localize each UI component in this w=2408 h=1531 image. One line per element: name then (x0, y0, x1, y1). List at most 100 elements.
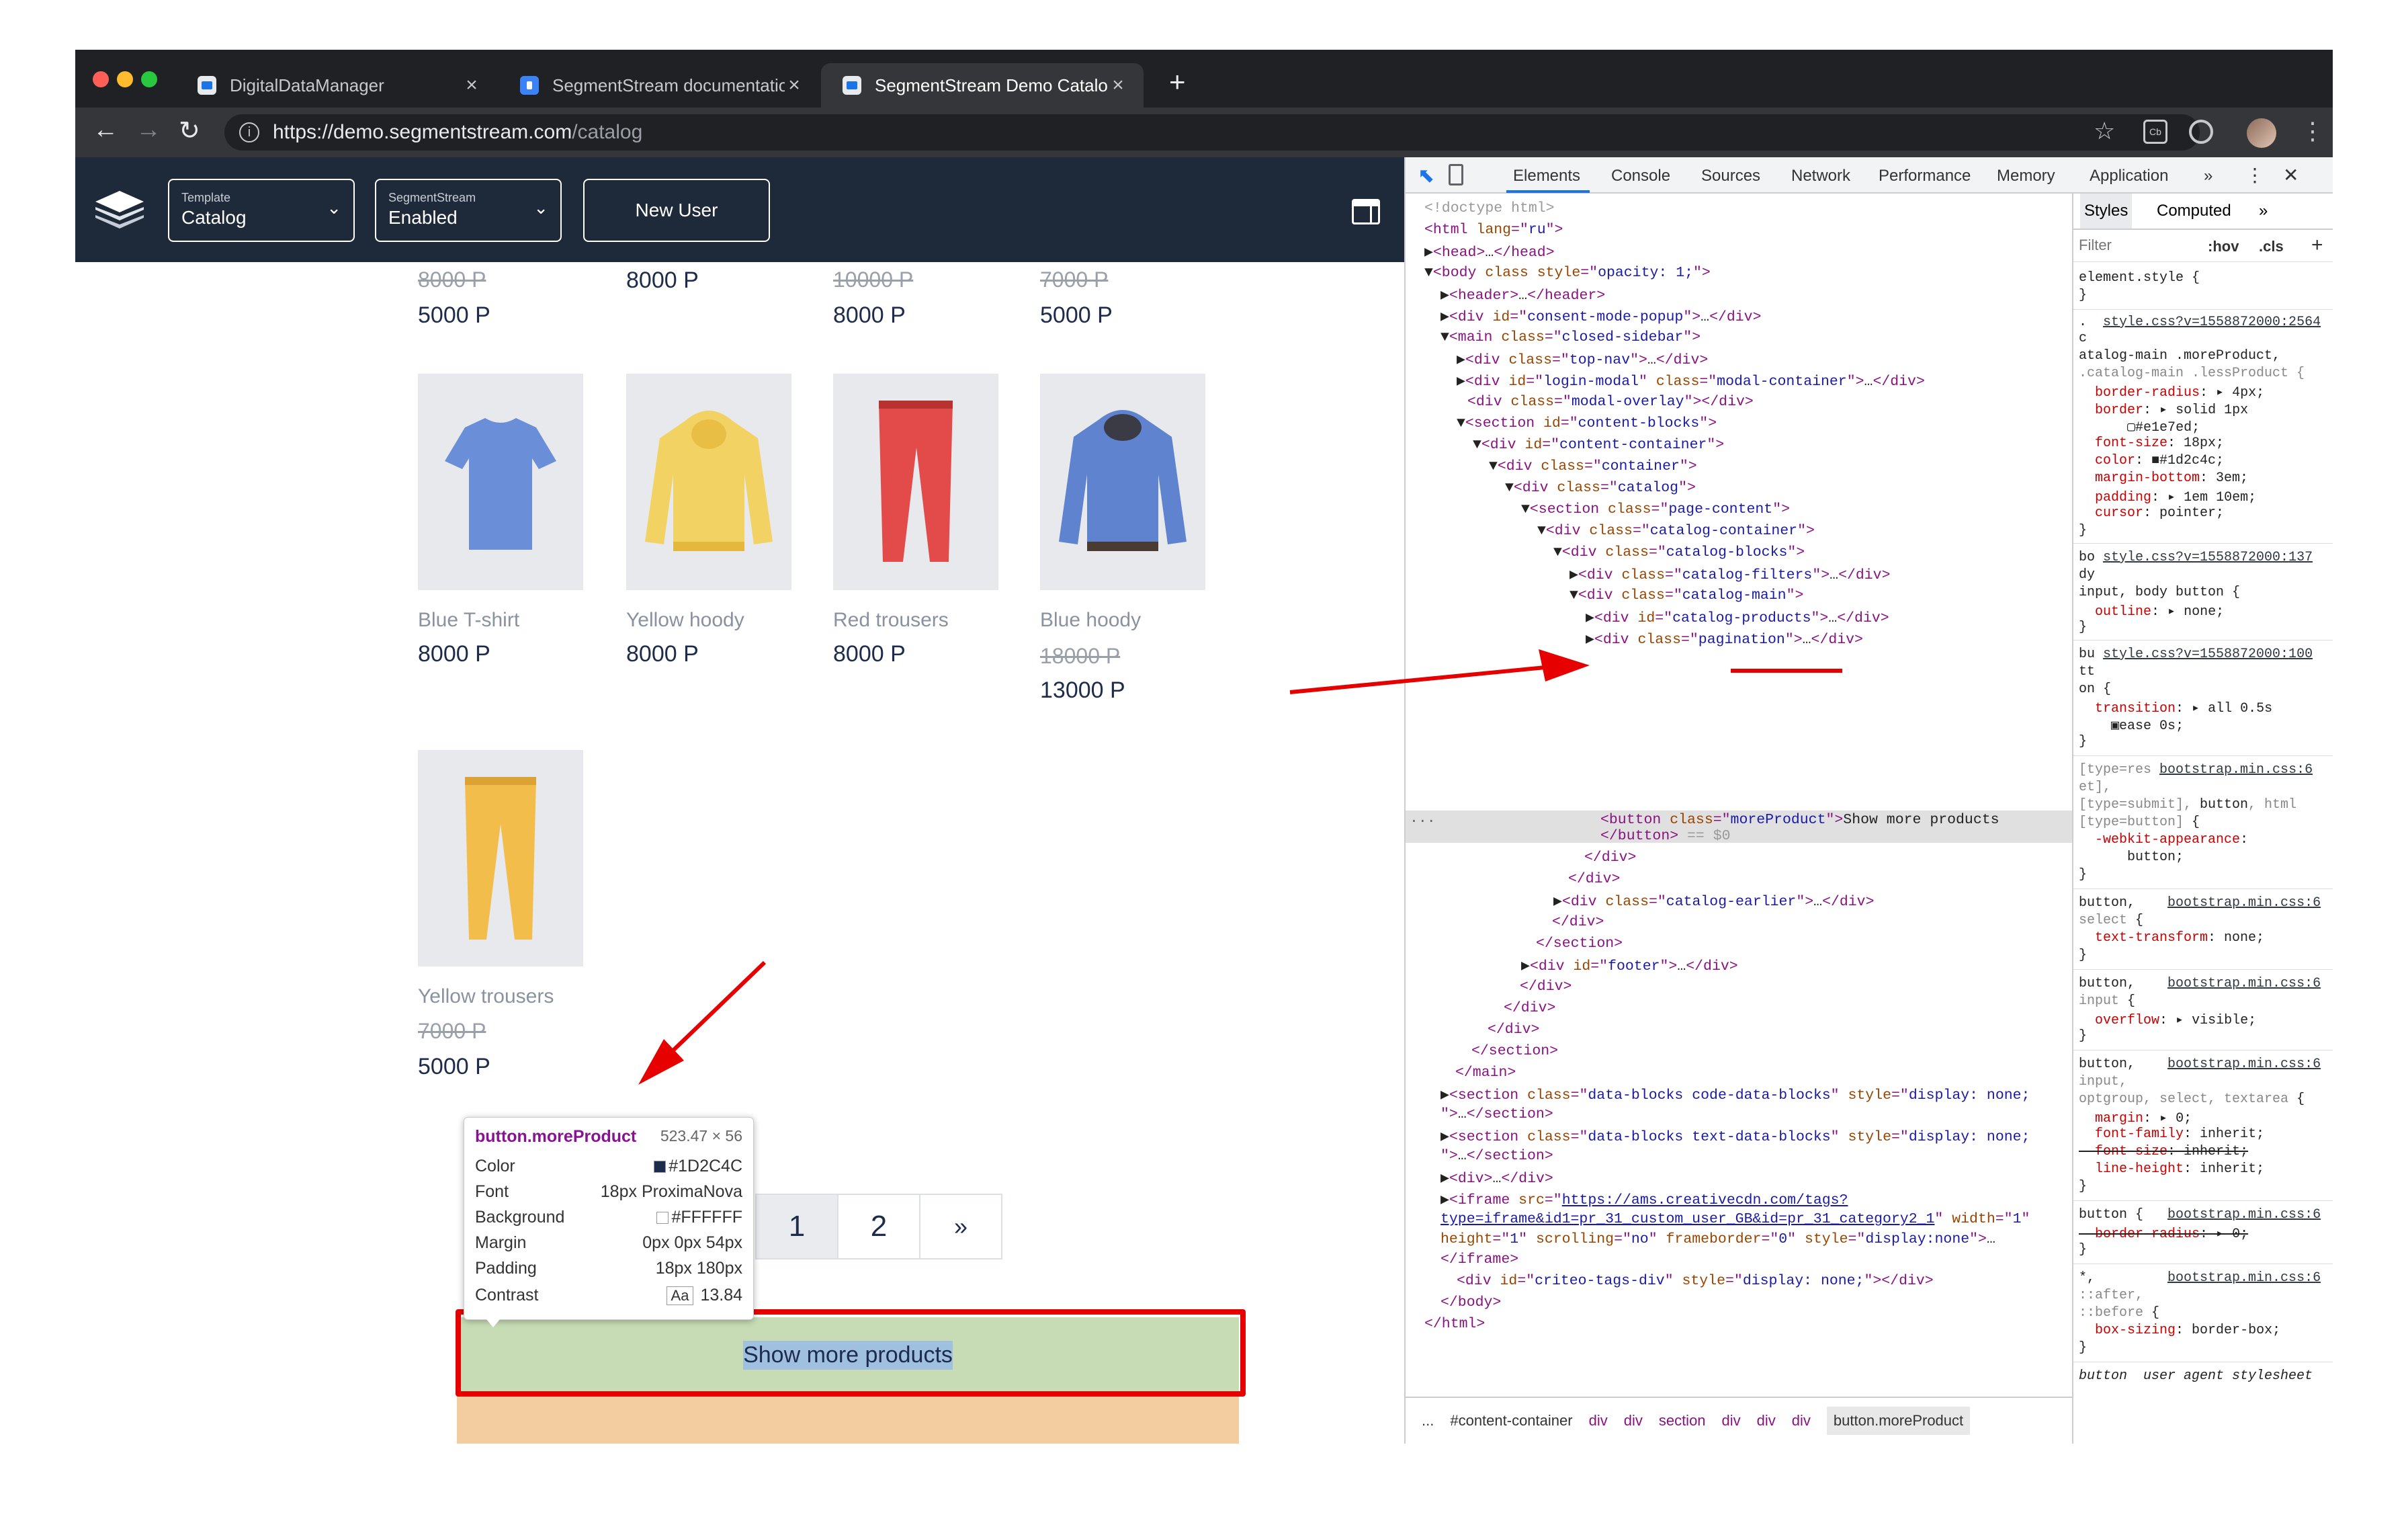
star-icon[interactable]: ☆ (2094, 117, 2115, 145)
styles-filter-input[interactable] (2079, 237, 2193, 254)
new-user-button[interactable]: New User (583, 179, 770, 242)
segmentstream-dropdown[interactable]: SegmentStream Enabled ⌄ (375, 179, 562, 242)
active-tab-indicator (1506, 190, 1590, 193)
page-favicon-icon (843, 76, 861, 95)
product-name[interactable]: Blue T-shirt (418, 609, 519, 632)
product-image-blue-hoody[interactable] (1040, 374, 1205, 590)
elements-tree: <!doctype html> <html lang="ru"> ▶<head>… (1406, 194, 2072, 1397)
web-page: Template Catalog ⌄ SegmentStream Enabled… (75, 157, 1404, 1444)
menu-icon[interactable]: ⋮ (2300, 117, 2325, 145)
tab-segmentstream-docs[interactable]: SegmentStream documentatio × (499, 63, 820, 108)
tab-styles[interactable]: Styles (2080, 194, 2133, 229)
tooltip-row: Contrast Aa 13.84 (475, 1286, 742, 1305)
cast-icon[interactable]: Cb (2143, 120, 2167, 144)
tooltip-row: Color #1D2C4C (475, 1157, 742, 1175)
class-toggle[interactable]: .cls (2259, 238, 2284, 255)
site-header: Template Catalog ⌄ SegmentStream Enabled… (75, 157, 1404, 262)
price: 8000 P (626, 641, 699, 667)
next-page-button[interactable]: » (919, 1194, 1002, 1259)
more-panes-icon[interactable]: » (2259, 202, 2268, 220)
crumb[interactable]: div (1722, 1412, 1741, 1430)
hover-state-toggle[interactable]: :hov (2208, 238, 2239, 255)
devtools-menu-icon[interactable]: ⋮ (2245, 164, 2264, 186)
product-name[interactable]: Yellow trousers (418, 985, 554, 1008)
template-dropdown[interactable]: Template Catalog ⌄ (168, 179, 355, 242)
info-icon[interactable]: i (239, 122, 259, 142)
product-name[interactable]: Red trousers (833, 609, 949, 632)
tab-elements[interactable]: Elements (1513, 167, 1580, 185)
product-name[interactable]: Blue hoody (1040, 609, 1141, 632)
tab-demo-catalog[interactable]: SegmentStream Demo Catalog × (821, 63, 1144, 108)
styles-tabbar: Styles Computed » (2073, 194, 2333, 230)
tooltip-row: Margin 0px 0px 54px (475, 1233, 742, 1252)
close-tab-icon[interactable]: × (785, 74, 804, 97)
node-ellipsis[interactable]: ... (1410, 811, 1436, 827)
old-price: 7000 P (1040, 267, 1109, 292)
price: 8000 P (833, 302, 906, 328)
crumb[interactable]: div (1757, 1412, 1776, 1430)
minimize-window-icon[interactable] (117, 71, 133, 87)
page-2-button[interactable]: 2 (837, 1194, 920, 1259)
product-image-yellow-trousers[interactable] (418, 750, 583, 966)
product-image-red-trousers[interactable] (833, 374, 998, 590)
devtools-panel: ⬉ Elements Console Sources Network Perfo… (1404, 157, 2333, 1444)
layers-logo-icon (95, 191, 144, 229)
old-price: 7000 P (418, 1019, 486, 1043)
close-tab-icon[interactable]: × (1109, 74, 1127, 97)
device-toolbar-icon[interactable] (1449, 164, 1463, 185)
selected-node[interactable]: <button class="moreProduct">Show more pr… (1600, 812, 2000, 828)
tooltip-row: Background #FFFFFF (475, 1208, 742, 1227)
browser-window: DigitalDataManager × SegmentStream docum… (75, 50, 2333, 1444)
close-tab-icon[interactable]: × (462, 74, 481, 97)
avatar[interactable] (2247, 118, 2276, 148)
page-favicon-icon (198, 76, 216, 95)
tab-network[interactable]: Network (1791, 167, 1850, 185)
crumb-current[interactable]: button.moreProduct (1826, 1407, 1971, 1435)
tab-computed[interactable]: Computed (2157, 202, 2231, 220)
tab-memory[interactable]: Memory (1997, 167, 2055, 185)
product-name[interactable]: Yellow hoody (626, 609, 744, 632)
tab-strip: DigitalDataManager × SegmentStream docum… (75, 50, 2333, 108)
breadcrumb: ... #content-container div div section d… (1406, 1397, 2072, 1444)
old-price: 8000 P (418, 267, 486, 292)
forward-icon[interactable]: → (136, 116, 161, 144)
inspect-element-icon[interactable]: ⬉ (1418, 164, 1434, 188)
tab-sources[interactable]: Sources (1701, 167, 1760, 185)
crumb[interactable]: ... (1422, 1412, 1434, 1430)
zoom-window-icon[interactable] (141, 71, 157, 87)
product-image-blue-tshirt[interactable] (418, 374, 583, 590)
styles-filter-bar: :hov .cls + (2073, 230, 2333, 262)
new-tab-button[interactable]: + (1169, 66, 1186, 98)
more-tabs-icon[interactable]: » (2204, 167, 2212, 185)
back-icon[interactable]: ← (93, 116, 118, 144)
crumb[interactable]: div (1589, 1412, 1608, 1430)
crumb[interactable]: div (1624, 1412, 1643, 1430)
chevron-down-icon: ⌄ (327, 198, 341, 218)
tooltip-arrow (486, 1319, 500, 1327)
add-rule-icon[interactable]: + (2311, 234, 2323, 257)
tab-console[interactable]: Console (1611, 167, 1670, 185)
page-1-button[interactable]: 1 (755, 1194, 838, 1259)
tab-application[interactable]: Application (2090, 167, 2168, 185)
price: 13000 P (1040, 677, 1125, 703)
sidebar-toggle-icon[interactable] (1352, 199, 1380, 224)
extension-icon[interactable] (2189, 120, 2213, 144)
highlight-box (456, 1309, 1246, 1397)
url-host: https://demo.segmentstream.com (273, 121, 572, 143)
close-devtools-icon[interactable]: ✕ (2283, 164, 2298, 186)
price: 8000 P (833, 641, 906, 667)
product-image-yellow-hoody[interactable] (626, 374, 791, 590)
address-bar[interactable]: i https://demo.segmentstream.com/catalog (224, 114, 2200, 151)
price: 5000 P (418, 1054, 490, 1079)
crumb[interactable]: #content-container (1450, 1412, 1572, 1430)
reload-icon[interactable]: ↻ (179, 116, 200, 146)
close-window-icon[interactable] (93, 71, 109, 87)
price: 8000 P (626, 267, 699, 293)
crumb[interactable]: section (1659, 1412, 1706, 1430)
tab-performance[interactable]: Performance (1879, 167, 1971, 185)
bolt-favicon-icon (520, 76, 539, 95)
crumb[interactable]: div (1792, 1412, 1811, 1430)
tab-digitaldatamanager[interactable]: DigitalDataManager × (176, 63, 497, 108)
old-price: 18000 P (1040, 644, 1121, 668)
styles-pane: Styles Computed » :hov .cls + element.st… (2072, 194, 2333, 1444)
